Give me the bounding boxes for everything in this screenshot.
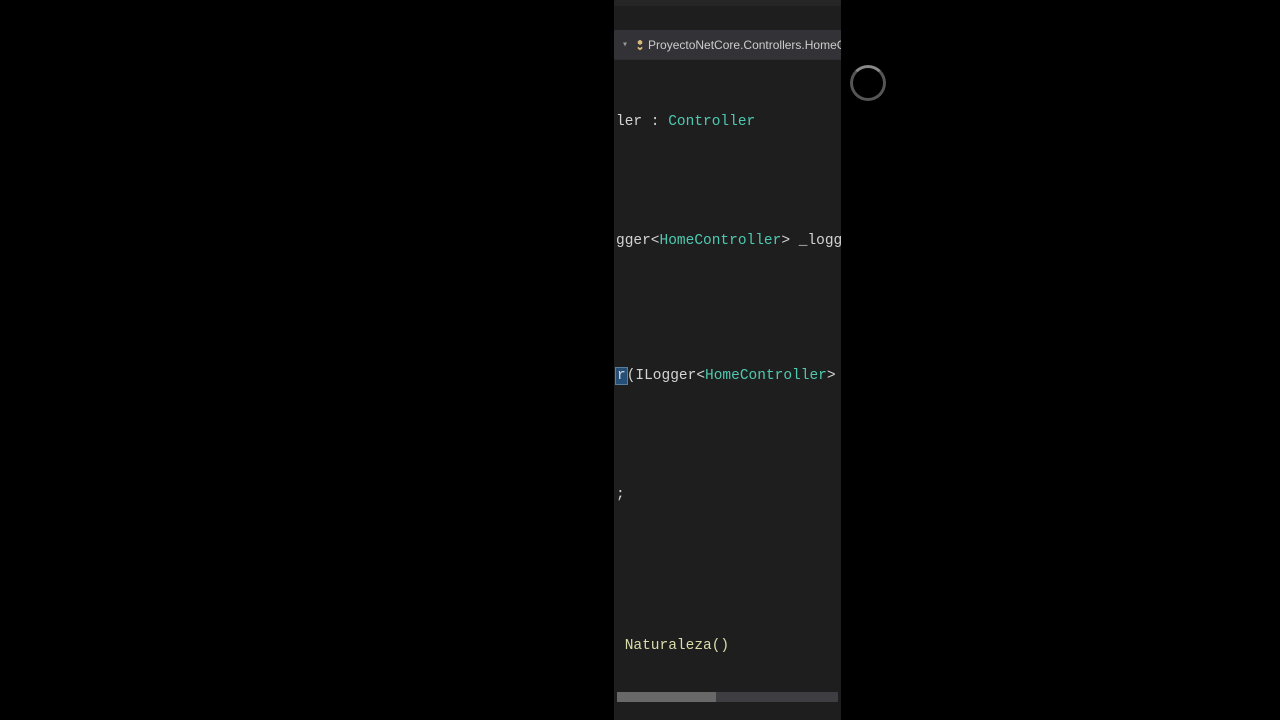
breadcrumb-bar[interactable]: ▾ ProyectoNetCore.Controllers.HomeC bbox=[614, 30, 841, 60]
code-line: ler : Controller bbox=[614, 112, 841, 133]
chevron-down-icon[interactable]: ▾ bbox=[616, 39, 634, 51]
horizontal-scrollbar[interactable] bbox=[617, 692, 838, 702]
code-line: r(ILogger<HomeController> log bbox=[614, 366, 841, 387]
breadcrumb-namespace[interactable]: ProyectoNetCore.Controllers.HomeC bbox=[648, 38, 841, 52]
cursor-selection: r bbox=[616, 368, 627, 384]
tab-strip bbox=[614, 0, 841, 6]
class-icon bbox=[634, 38, 646, 52]
code-line: ; bbox=[614, 485, 841, 506]
loading-spinner-icon bbox=[850, 65, 886, 101]
scrollbar-thumb[interactable] bbox=[617, 692, 716, 702]
code-line: gger<HomeController> _logger; bbox=[614, 231, 841, 252]
code-line: Naturaleza() bbox=[614, 636, 841, 657]
code-editor-pane: ▾ ProyectoNetCore.Controllers.HomeC ler … bbox=[614, 0, 841, 720]
code-content[interactable]: ler : Controller gger<HomeController> _l… bbox=[614, 60, 841, 720]
